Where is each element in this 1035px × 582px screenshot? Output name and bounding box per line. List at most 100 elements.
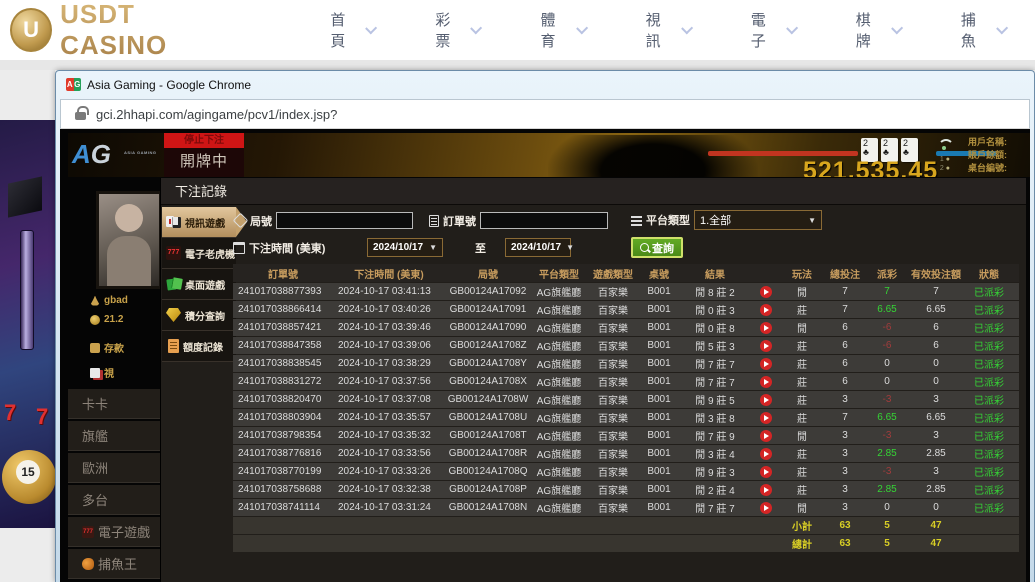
order-number-input[interactable] bbox=[480, 212, 608, 229]
cell-result: 閒 2 莊 4 bbox=[679, 482, 751, 497]
cell-bet: 3 bbox=[823, 448, 867, 459]
round-number-input[interactable] bbox=[276, 212, 413, 229]
nav-item-video[interactable]: 視訊 bbox=[646, 9, 689, 51]
background-stat-text: 視 bbox=[104, 365, 114, 380]
round-number-label: 局號 bbox=[250, 213, 272, 229]
play-video-icon[interactable] bbox=[760, 304, 772, 316]
background-stat: gbad bbox=[90, 295, 128, 306]
cell-status: 已派彩 bbox=[965, 410, 1013, 425]
signal-row: 1 ● bbox=[940, 155, 950, 164]
play-video-icon[interactable] bbox=[760, 358, 772, 370]
play-cell bbox=[751, 394, 781, 406]
cell-order: 241017038847358 bbox=[233, 340, 333, 351]
background-menu-label: 歐洲 bbox=[82, 458, 108, 477]
cell-time: 2024-10-17 03:33:56 bbox=[333, 448, 445, 459]
date-to-select[interactable]: 2024/10/17 ▼ bbox=[505, 238, 571, 257]
table-row: 2410170387768162024-10-17 03:33:56GB0012… bbox=[233, 445, 1019, 462]
signal-list: 1 ●2 ● bbox=[940, 155, 950, 173]
sidebar-item-label: 桌面遊戲 bbox=[185, 277, 225, 292]
cell-method: 莊 bbox=[781, 446, 823, 461]
nav-item-sports[interactable]: 體育 bbox=[541, 9, 584, 51]
total-cell-payout: 5 bbox=[867, 520, 907, 531]
platform-type-icon bbox=[631, 215, 642, 226]
green-cards-icon bbox=[166, 277, 181, 291]
play-video-icon[interactable] bbox=[760, 322, 772, 334]
play-video-icon[interactable] bbox=[760, 484, 772, 496]
play-video-icon[interactable] bbox=[760, 340, 772, 352]
cell-status: 已派彩 bbox=[965, 428, 1013, 443]
sidebar-item-green-cards[interactable]: 桌面遊戲 bbox=[162, 269, 236, 300]
cell-round: GB00124A1708P bbox=[445, 484, 531, 495]
play-video-icon[interactable] bbox=[760, 412, 772, 424]
sidebar-item-doc[interactable]: 額度記錄 bbox=[162, 331, 236, 362]
game-header: AG ASIA GAMING 停止下注 開牌中 2 ♣2 ♣2 ♣ 521,53… bbox=[68, 133, 1030, 177]
play-video-icon[interactable] bbox=[760, 376, 772, 388]
cell-order: 241017038741114 bbox=[233, 502, 333, 513]
column-header: 下注時間 (美東) bbox=[333, 266, 445, 281]
cell-payout: 6.65 bbox=[867, 304, 907, 315]
play-video-icon[interactable] bbox=[760, 394, 772, 406]
cell-platform: AG旗艦廳 bbox=[531, 410, 587, 425]
total-cell-bet: 63 bbox=[823, 520, 867, 531]
column-header: 結果 bbox=[679, 266, 751, 281]
table-row: 2410170387586882024-10-17 03:32:38GB0012… bbox=[233, 481, 1019, 498]
play-video-icon[interactable] bbox=[760, 466, 772, 478]
column-header: 平台類型 bbox=[531, 266, 587, 281]
nav-item-slots[interactable]: 電子 bbox=[751, 9, 794, 51]
cell-payout: 0 bbox=[867, 358, 907, 369]
cell-status: 已派彩 bbox=[965, 500, 1013, 515]
order-number-label: 訂單號 bbox=[443, 213, 476, 229]
cell-round: GB00124A1708W bbox=[445, 394, 531, 405]
window-titlebar[interactable]: AG Asia Gaming - Google Chrome bbox=[60, 71, 1030, 99]
play-video-icon[interactable] bbox=[760, 286, 772, 298]
date-from-select[interactable]: 2024/10/17 ▼ bbox=[367, 238, 443, 257]
play-video-icon[interactable] bbox=[760, 448, 772, 460]
cell-bet: 3 bbox=[823, 484, 867, 495]
cell-bet: 3 bbox=[823, 466, 867, 477]
search-icon bbox=[640, 243, 649, 252]
search-button[interactable]: 查詢 bbox=[631, 237, 683, 258]
cell-game: 百家樂 bbox=[587, 284, 639, 299]
nav-item-fishing[interactable]: 捕魚 bbox=[961, 9, 1004, 51]
nav-item-chess[interactable]: 棋牌 bbox=[856, 9, 899, 51]
url-bar[interactable]: gci.2hhapi.com/agingame/pcv1/index.jsp? bbox=[60, 99, 1030, 129]
column-header: 桌號 bbox=[639, 266, 679, 281]
platform-type-select[interactable]: 1.全部 ▼ bbox=[694, 210, 822, 230]
play-video-icon[interactable] bbox=[760, 430, 772, 442]
cell-platform: AG旗艦廳 bbox=[531, 446, 587, 461]
panel-sidebar: 視訊遊戲777電子老虎機桌面遊戲積分查詢額度記錄 bbox=[162, 207, 236, 362]
order-number-icon bbox=[429, 215, 439, 227]
bet-table: 訂單號下注時間 (美東)局號平台類型遊戲類型桌號結果玩法總投注派彩有效投注額狀態… bbox=[233, 264, 1019, 553]
window-title: Asia Gaming - Google Chrome bbox=[87, 78, 251, 92]
sidebar-item-label: 積分查詢 bbox=[185, 308, 225, 323]
cell-game: 百家樂 bbox=[587, 392, 639, 407]
ag-logo: AG ASIA GAMING bbox=[72, 137, 162, 173]
bet-time-label: 下注時間 (美東) bbox=[249, 240, 325, 256]
cell-game: 百家樂 bbox=[587, 428, 639, 443]
seven-symbol: 7 bbox=[4, 400, 16, 426]
play-video-icon[interactable] bbox=[760, 502, 772, 514]
table-row: 2410170387983542024-10-17 03:35:32GB0012… bbox=[233, 427, 1019, 444]
game-status-box: 停止下注 開牌中 bbox=[164, 133, 244, 177]
cell-valid: 6 bbox=[907, 340, 965, 351]
nav-item-label: 棋牌 bbox=[856, 9, 882, 51]
nav-item-lottery[interactable]: 彩票 bbox=[435, 9, 478, 51]
total-cell-method: 小計 bbox=[781, 518, 823, 533]
cell-table: B001 bbox=[639, 466, 679, 477]
play-cell bbox=[751, 412, 781, 424]
cell-time: 2024-10-17 03:37:56 bbox=[333, 376, 445, 387]
promo-banner-image: 7 7 15 bbox=[0, 120, 55, 528]
cell-status: 已派彩 bbox=[965, 356, 1013, 371]
cell-time: 2024-10-17 03:41:13 bbox=[333, 286, 445, 297]
usdt-casino-logo[interactable]: U USDT CASINO bbox=[10, 0, 241, 61]
cell-status: 已派彩 bbox=[965, 302, 1013, 317]
nav-item-home[interactable]: 首頁 bbox=[330, 9, 373, 51]
sidebar-item-gem[interactable]: 積分查詢 bbox=[162, 300, 236, 331]
cell-valid: 6 bbox=[907, 322, 965, 333]
cell-table: B001 bbox=[639, 394, 679, 405]
cell-order: 241017038877393 bbox=[233, 286, 333, 297]
cell-table: B001 bbox=[639, 502, 679, 513]
sidebar-item-vid-cards[interactable]: 視訊遊戲 bbox=[162, 207, 236, 238]
chevron-down-icon bbox=[891, 22, 903, 34]
sidebar-item-slot[interactable]: 777電子老虎機 bbox=[162, 238, 236, 269]
